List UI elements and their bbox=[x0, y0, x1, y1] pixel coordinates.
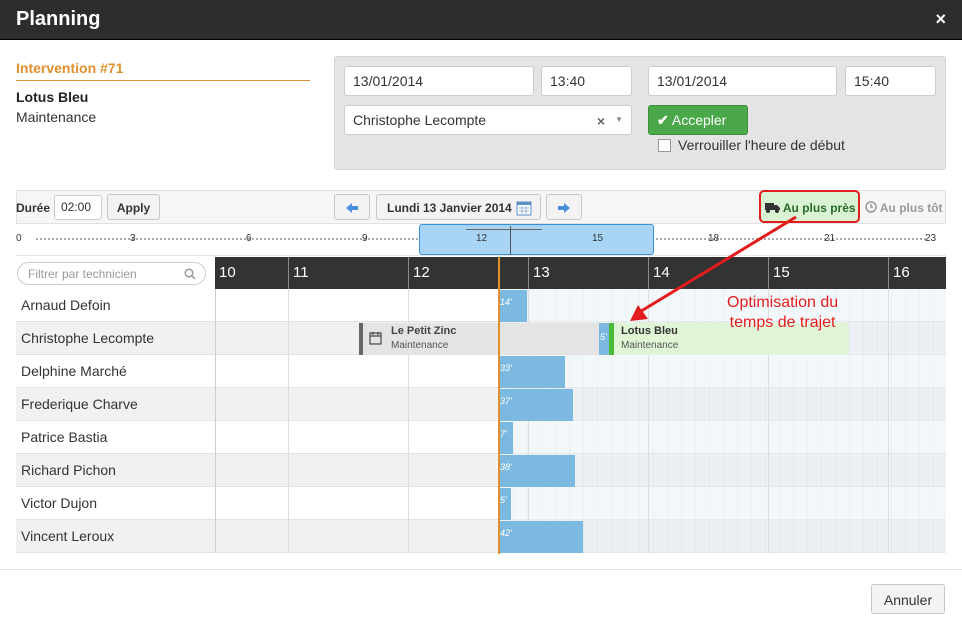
travel-bar[interactable]: 37' bbox=[499, 389, 573, 421]
search-icon bbox=[184, 268, 196, 280]
lock-start-label: Verrouiller l'heure de début bbox=[678, 137, 845, 153]
duration-input[interactable]: 02:00 bbox=[54, 195, 102, 220]
start-date-input[interactable]: 13/01/2014 bbox=[344, 66, 534, 96]
technician-row[interactable]: Victor Dujon bbox=[16, 487, 215, 520]
annotation-line-2: temps de trajet bbox=[729, 314, 836, 331]
technician-row[interactable]: Delphine Marché bbox=[16, 355, 215, 388]
technician-select[interactable]: Christophe Lecompte × ▼ bbox=[344, 105, 632, 135]
technician-filter-input[interactable]: Filtrer par technicien bbox=[17, 262, 206, 285]
apply-button[interactable]: Apply bbox=[107, 194, 160, 220]
client-name: Lotus Bleu bbox=[16, 89, 89, 105]
ruler-tick: 9 bbox=[362, 233, 368, 244]
technician-row[interactable]: Frederique Charve bbox=[16, 388, 215, 421]
travel-bar[interactable]: 33' bbox=[499, 356, 565, 388]
hour-cell: 13 bbox=[528, 257, 550, 289]
existing-event-subtitle: Maintenance bbox=[391, 340, 449, 351]
ruler-tick: 21 bbox=[824, 233, 836, 244]
dialog-title: Planning bbox=[16, 8, 101, 30]
existing-event-title: Le Petit Zinc bbox=[391, 325, 457, 337]
current-time-line bbox=[498, 257, 500, 554]
clear-icon[interactable]: × bbox=[597, 113, 605, 129]
ruler-tick: 3 bbox=[130, 233, 136, 244]
arrow-left-icon bbox=[346, 203, 358, 213]
travel-bar[interactable]: 42' bbox=[499, 521, 583, 553]
travel-bar[interactable]: 38' bbox=[499, 455, 575, 487]
previous-day-button[interactable] bbox=[334, 194, 370, 220]
accept-button-label: Accepler bbox=[671, 112, 727, 128]
end-time-input[interactable]: 15:40 bbox=[845, 66, 936, 96]
technician-row[interactable]: Richard Pichon bbox=[16, 454, 215, 487]
dialog-header: Planning × bbox=[0, 0, 962, 40]
technician-row[interactable]: Arnaud Defoin bbox=[16, 289, 215, 322]
travel-bar[interactable]: 7' bbox=[499, 422, 513, 454]
technician-row[interactable]: Patrice Bastia bbox=[16, 421, 215, 454]
annotation-line-1: Optimisation du bbox=[727, 294, 839, 311]
current-date-label: Lundi 13 Janvier 2014 bbox=[387, 201, 512, 215]
current-time-marker bbox=[510, 226, 511, 255]
grid-line bbox=[888, 289, 889, 553]
earliest-mode-label: Au plus tôt bbox=[879, 201, 943, 215]
ruler-tick: 23 bbox=[925, 233, 937, 244]
chevron-down-icon[interactable]: ▼ bbox=[615, 115, 623, 124]
hour-header: 10 11 12 13 14 15 16 bbox=[215, 257, 946, 289]
accept-button[interactable]: ✔ Accepler bbox=[648, 105, 748, 135]
hour-cell: 12 bbox=[408, 257, 430, 289]
clock-icon bbox=[865, 201, 877, 213]
travel-bar[interactable]: 14' bbox=[499, 290, 527, 322]
next-day-button[interactable] bbox=[546, 194, 582, 220]
calendar-icon bbox=[516, 201, 532, 216]
grid-line bbox=[288, 289, 289, 553]
ruler-tick: 6 bbox=[246, 233, 252, 244]
hour-cell: 16 bbox=[888, 257, 910, 289]
calendar-icon bbox=[369, 332, 382, 345]
technician-row[interactable]: Christophe Lecompte bbox=[16, 322, 215, 355]
close-icon[interactable]: × bbox=[935, 9, 946, 30]
annotation-text: Optimisation du temps de trajet bbox=[727, 293, 838, 333]
hour-cell: 11 bbox=[288, 257, 309, 289]
technician-select-value: Christophe Lecompte bbox=[353, 112, 487, 128]
travel-bar[interactable]: 5' bbox=[499, 488, 511, 520]
filter-placeholder: Filtrer par technicien bbox=[28, 267, 137, 281]
hour-cell: 10 bbox=[219, 264, 236, 281]
intervention-type: Maintenance bbox=[16, 109, 97, 125]
intervention-title: Intervention #71 bbox=[16, 58, 310, 81]
proposed-event-subtitle: Maintenance bbox=[621, 340, 679, 351]
existing-event-block[interactable]: Le Petit Zinc Maintenance bbox=[359, 323, 599, 355]
arrow-right-icon bbox=[558, 203, 570, 213]
end-date-input[interactable]: 13/01/2014 bbox=[648, 66, 837, 96]
earliest-mode-button[interactable]: Au plus tôt bbox=[865, 201, 943, 215]
ruler-tick: 12 bbox=[476, 233, 488, 244]
technician-row[interactable]: Vincent Leroux bbox=[16, 520, 215, 553]
cancel-button[interactable]: Annuler bbox=[871, 584, 945, 614]
date-picker-button[interactable]: Lundi 13 Janvier 2014 bbox=[376, 194, 541, 220]
duration-label: Durée bbox=[16, 201, 51, 215]
footer-divider bbox=[0, 569, 962, 570]
check-icon: ✔ bbox=[657, 112, 669, 128]
grid-line bbox=[215, 289, 216, 553]
ruler-tick: 0 bbox=[16, 233, 22, 244]
lock-start-checkbox[interactable] bbox=[658, 139, 671, 152]
start-time-input[interactable]: 13:40 bbox=[541, 66, 632, 96]
range-indicator-line bbox=[466, 229, 542, 230]
